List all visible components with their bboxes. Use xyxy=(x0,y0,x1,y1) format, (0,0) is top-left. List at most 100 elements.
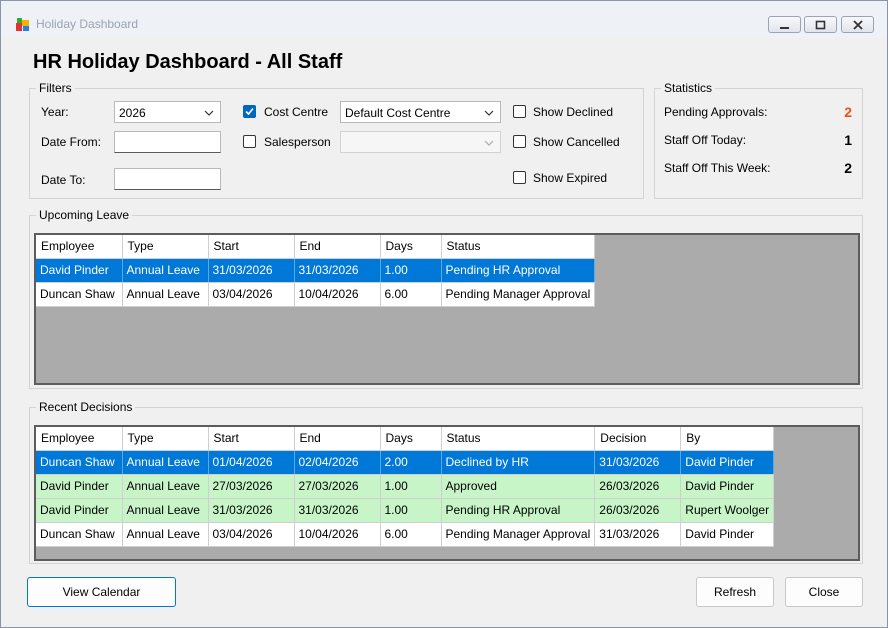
table-cell: David Pinder xyxy=(36,258,123,283)
table-cell: Pending Manager Approval xyxy=(441,282,596,307)
show-cancelled-checkbox[interactable] xyxy=(513,135,526,148)
table-cell: 6.00 xyxy=(380,522,442,547)
table-cell: 31/03/2026 xyxy=(208,498,295,523)
year-label: Year: xyxy=(41,105,69,119)
upcoming-leave-legend: Upcoming Leave xyxy=(36,208,133,222)
table-cell: 6.00 xyxy=(380,282,442,307)
column-header[interactable]: Status xyxy=(441,427,596,451)
recent-decisions-legend: Recent Decisions xyxy=(36,400,136,414)
column-header[interactable]: Type xyxy=(122,427,209,451)
table-cell: 03/04/2026 xyxy=(208,282,295,307)
statistics-group: Statistics Pending Approvals: 2 Staff Of… xyxy=(654,81,863,199)
table-row[interactable]: David Pinder Annual Leave 31/03/2026 31/… xyxy=(36,258,596,283)
column-header[interactable]: Type xyxy=(122,235,209,259)
table-cell: Approved xyxy=(441,474,596,499)
table-cell: 31/03/2026 xyxy=(294,258,381,283)
table-row[interactable]: Duncan Shaw Annual Leave 03/04/2026 10/0… xyxy=(36,522,775,547)
table-cell: Annual Leave xyxy=(122,498,209,523)
table-cell: 26/03/2026 xyxy=(594,498,682,523)
column-header[interactable]: Start xyxy=(208,235,295,259)
table-cell: 26/03/2026 xyxy=(594,474,682,499)
table-cell: 01/04/2026 xyxy=(208,450,295,475)
date-to-input[interactable] xyxy=(114,168,221,190)
table-cell: 03/04/2026 xyxy=(208,522,295,547)
show-expired-checkbox[interactable] xyxy=(513,171,526,184)
upcoming-leave-grid[interactable]: Employee Type Start End Days Status Davi… xyxy=(34,233,860,385)
table-cell: 31/03/2026 xyxy=(208,258,295,283)
staff-off-today-value: 1 xyxy=(844,132,852,148)
column-header[interactable]: Status xyxy=(441,235,596,259)
salesperson-checkbox[interactable] xyxy=(243,135,256,148)
close-button[interactable]: Close xyxy=(785,577,863,607)
maximize-icon xyxy=(815,20,826,30)
chevron-down-icon xyxy=(204,110,214,116)
table-cell: David Pinder xyxy=(36,474,123,499)
view-calendar-button[interactable]: View Calendar xyxy=(27,577,176,607)
table-row[interactable]: David Pinder Annual Leave 31/03/2026 31/… xyxy=(36,498,775,523)
table-row[interactable]: David Pinder Annual Leave 27/03/2026 27/… xyxy=(36,474,775,499)
table-cell: Duncan Shaw xyxy=(36,282,123,307)
table-cell: 2.00 xyxy=(380,450,442,475)
close-icon xyxy=(853,20,863,30)
refresh-button[interactable]: Refresh xyxy=(696,577,774,607)
table-cell: 1.00 xyxy=(380,258,442,283)
column-header[interactable]: Decision xyxy=(594,427,682,451)
table-cell: Pending Manager Approval xyxy=(441,522,596,547)
cost-centre-checkbox[interactable] xyxy=(243,105,256,118)
staff-off-week-label: Staff Off This Week: xyxy=(664,161,771,175)
table-cell: 1.00 xyxy=(380,498,442,523)
table-cell: Annual Leave xyxy=(122,258,209,283)
app-window: Holiday Dashboard HR Holiday Dashboard -… xyxy=(0,0,888,628)
date-from-input[interactable] xyxy=(114,131,221,153)
table-cell: 27/03/2026 xyxy=(294,474,381,499)
table-cell: David Pinder xyxy=(36,498,123,523)
column-header[interactable]: Employee xyxy=(36,235,123,259)
table-cell: 1.00 xyxy=(380,474,442,499)
recent-decisions-grid[interactable]: Employee Type Start End Days Status Deci… xyxy=(34,425,860,561)
column-header[interactable]: End xyxy=(294,235,381,259)
dashboard-body: HR Holiday Dashboard - All Staff Filters… xyxy=(9,37,879,621)
upcoming-leave-table: Employee Type Start End Days Status Davi… xyxy=(36,235,596,307)
salesperson-select[interactable] xyxy=(340,131,501,153)
table-cell: Annual Leave xyxy=(122,474,209,499)
upcoming-header-row: Employee Type Start End Days Status xyxy=(36,235,596,259)
cost-centre-value: Default Cost Centre xyxy=(345,106,451,120)
staff-off-today-label: Staff Off Today: xyxy=(664,133,747,147)
date-to-label: Date To: xyxy=(41,173,86,187)
column-header[interactable]: Days xyxy=(380,427,442,451)
date-from-label: Date From: xyxy=(41,135,102,149)
cost-centre-label: Cost Centre xyxy=(264,105,329,119)
column-header[interactable]: Start xyxy=(208,427,295,451)
column-header[interactable]: End xyxy=(294,427,381,451)
cost-centre-select[interactable]: Default Cost Centre xyxy=(340,101,501,123)
table-cell: Annual Leave xyxy=(122,522,209,547)
show-declined-checkbox[interactable] xyxy=(513,105,526,118)
column-header[interactable]: Employee xyxy=(36,427,123,451)
table-row[interactable]: Duncan Shaw Annual Leave 03/04/2026 10/0… xyxy=(36,282,596,307)
table-cell: David Pinder xyxy=(680,450,775,475)
decisions-header-row: Employee Type Start End Days Status Deci… xyxy=(36,427,775,451)
upcoming-leave-group: Upcoming Leave Employee Type Start End D… xyxy=(29,208,863,389)
minimize-button[interactable] xyxy=(768,16,801,33)
table-cell: David Pinder xyxy=(680,522,775,547)
column-header[interactable]: Days xyxy=(380,235,442,259)
table-cell: Rupert Woolger xyxy=(680,498,775,523)
table-cell: 31/03/2026 xyxy=(594,450,682,475)
table-cell: Pending HR Approval xyxy=(441,498,596,523)
table-cell: 31/03/2026 xyxy=(294,498,381,523)
table-cell: Duncan Shaw xyxy=(36,522,123,547)
close-window-button[interactable] xyxy=(841,16,874,33)
year-select[interactable]: 2026 xyxy=(114,101,221,123)
recent-decisions-table: Employee Type Start End Days Status Deci… xyxy=(36,427,775,547)
table-row[interactable]: Duncan Shaw Annual Leave 01/04/2026 02/0… xyxy=(36,450,775,475)
maximize-button[interactable] xyxy=(804,16,837,33)
table-cell: David Pinder xyxy=(680,474,775,499)
title-bar[interactable]: Holiday Dashboard xyxy=(1,1,887,37)
check-icon xyxy=(245,107,254,116)
page-title: HR Holiday Dashboard - All Staff xyxy=(33,51,343,73)
minimize-icon xyxy=(780,27,789,29)
column-header[interactable]: By xyxy=(680,427,775,451)
table-cell: 10/04/2026 xyxy=(294,522,381,547)
chevron-down-icon xyxy=(484,140,494,146)
year-value: 2026 xyxy=(119,106,146,120)
